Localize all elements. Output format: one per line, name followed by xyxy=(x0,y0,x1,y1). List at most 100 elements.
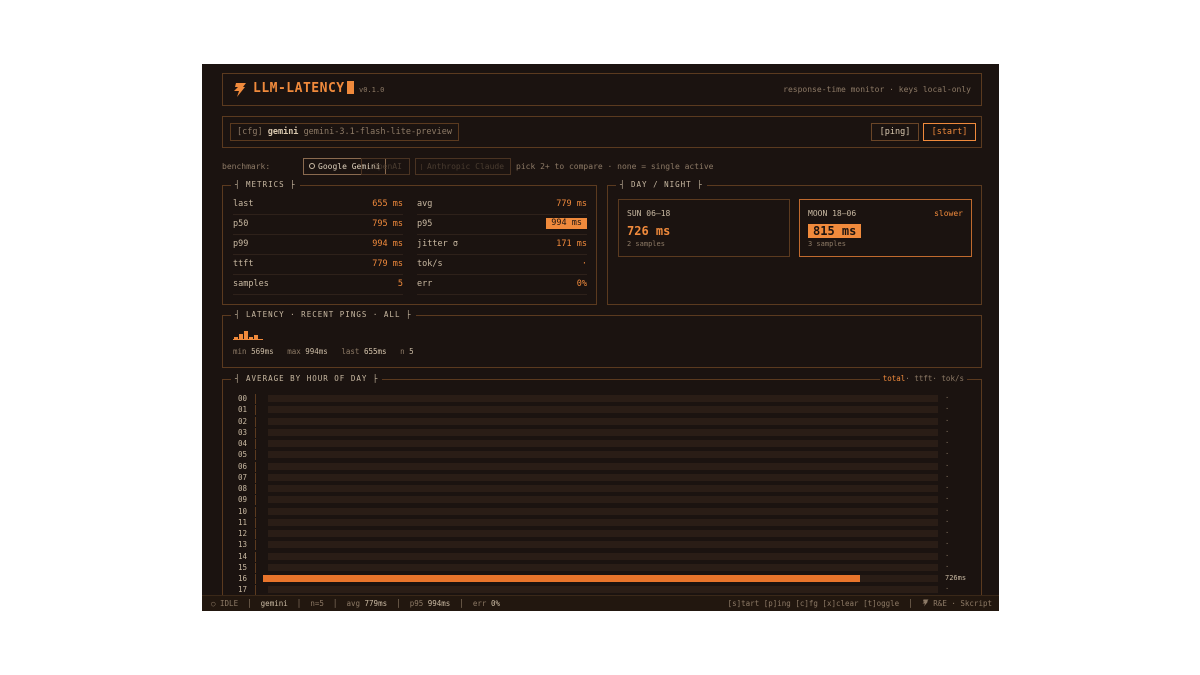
legend-toks[interactable]: tok/s xyxy=(941,374,964,383)
hour-axis-tick xyxy=(255,439,256,449)
benchmark-option-claude[interactable]: Anthropic Claude xyxy=(415,158,511,175)
hour-row: 17 · xyxy=(223,584,983,596)
hour-axis-tick xyxy=(255,394,256,404)
day-night-panel: ┤ DAY / NIGHT ├ SUN 06–18 726 ms 2 sampl… xyxy=(607,180,982,305)
hour-value: · xyxy=(945,394,950,402)
hour-track xyxy=(268,518,938,526)
moon-samples: 3 samples xyxy=(808,240,846,248)
status-bar: ○ IDLE │ gemini │ n=5 │ avg 779ms │ p95 … xyxy=(202,595,999,611)
hour-value: · xyxy=(945,529,950,537)
benchmark-row: benchmark: Google Gemini OpenAI Anthropi… xyxy=(222,158,982,176)
latency-title: ┤ LATENCY · RECENT PINGS · ALL ├ xyxy=(231,310,416,319)
slower-badge: slower xyxy=(934,209,963,218)
metric-label: p95 xyxy=(417,219,433,229)
hourly-title: ┤ AVERAGE BY HOUR OF DAY ├ xyxy=(231,374,383,383)
hour-row: 14 · xyxy=(223,551,983,562)
status-provider: gemini xyxy=(260,599,288,608)
hour-label: 13 xyxy=(238,540,248,550)
config-model: gemini-3.1-flash-lite-preview xyxy=(303,127,452,137)
metric-row: ttft 779 ms xyxy=(233,255,403,275)
metric-value: 779 ms xyxy=(556,199,587,209)
config-selector[interactable]: [cfg] gemini gemini-3.1-flash-lite-previ… xyxy=(230,123,459,141)
hour-axis-tick xyxy=(255,585,256,596)
moon-label: MOON 18–06 xyxy=(808,209,857,218)
hour-value: 726ms xyxy=(945,574,967,582)
keyboard-shortcuts: [s]tart [p]ing [c]fg [x]clear [t]oggle xyxy=(727,599,900,608)
hour-track xyxy=(268,473,938,481)
sparkline-bar xyxy=(244,331,248,339)
metric-row: samples 5 xyxy=(233,275,403,295)
benchmark-option-openai[interactable]: OpenAI xyxy=(361,158,410,175)
metric-label: last xyxy=(233,199,254,209)
status-err: 0% xyxy=(490,599,500,608)
legend-ttft[interactable]: ttft xyxy=(914,374,932,383)
hour-label: 10 xyxy=(238,506,248,516)
metric-label: err xyxy=(417,279,433,289)
hour-row: 03 · xyxy=(223,427,983,438)
ping-button[interactable]: [ping] xyxy=(871,123,919,141)
hour-axis-tick xyxy=(255,551,256,562)
hour-row: 13 · xyxy=(223,539,983,551)
hour-row: 05 · xyxy=(223,449,983,461)
hourly-legend: total· ttft· tok/s xyxy=(879,374,967,383)
metric-row: err 0% xyxy=(417,275,587,295)
hour-label: 03 xyxy=(238,427,248,437)
hour-axis-tick xyxy=(255,540,256,551)
status-left: ○ IDLE │ gemini │ n=5 │ avg 779ms │ p95 … xyxy=(211,599,500,608)
hour-row: 07 · xyxy=(223,472,983,483)
hour-track xyxy=(268,451,938,459)
hour-label: 08 xyxy=(238,484,248,493)
metrics-title: ┤ METRICS ├ xyxy=(231,180,300,189)
sun-samples: 2 samples xyxy=(627,240,665,248)
start-button[interactable]: [start] xyxy=(923,123,976,141)
hour-row: 15 · xyxy=(223,562,983,573)
hour-value: · xyxy=(945,416,950,425)
hour-axis-tick xyxy=(255,405,256,416)
legend-total[interactable]: total xyxy=(883,374,906,383)
hour-label: 05 xyxy=(238,450,248,460)
hour-label: 07 xyxy=(238,472,248,482)
radio-circle-icon xyxy=(421,164,423,170)
metric-value: 994 ms xyxy=(372,239,403,249)
hour-value: · xyxy=(945,540,950,549)
metric-value: 795 ms xyxy=(372,219,403,229)
hour-row: 16 726ms xyxy=(223,573,983,584)
metric-value: 655 ms xyxy=(372,199,403,209)
hour-axis-tick xyxy=(255,427,256,438)
hour-label: 16 xyxy=(238,574,248,583)
hour-value: · xyxy=(945,461,950,470)
latency-stats: min 569ms max 994ms last 655ms n 5 xyxy=(233,347,414,356)
hour-label: 12 xyxy=(238,529,248,538)
hour-axis-tick xyxy=(255,574,256,584)
metric-row: jitter σ 171 ms xyxy=(417,235,587,255)
app-tagline: response-time monitor · keys local-only xyxy=(783,85,971,94)
hour-axis-tick xyxy=(255,472,256,483)
hour-track xyxy=(268,530,938,537)
hour-axis-tick xyxy=(255,416,256,427)
hour-axis-tick xyxy=(255,562,256,573)
metric-value: 171 ms xyxy=(556,239,587,249)
radio-circle-icon xyxy=(309,163,315,169)
hour-value: · xyxy=(945,439,950,447)
hour-value: · xyxy=(945,495,950,504)
config-provider: gemini xyxy=(267,127,299,137)
hour-row: 12 · xyxy=(223,528,983,539)
hour-label: 02 xyxy=(238,416,248,426)
hour-track xyxy=(268,496,938,504)
hour-value: · xyxy=(945,472,950,481)
hour-row: 01 · xyxy=(223,404,983,416)
status-state: IDLE xyxy=(220,599,239,608)
hour-row: 00 · xyxy=(223,393,983,404)
hour-axis-tick xyxy=(255,529,256,539)
credit-text: R&E · Skcript xyxy=(933,599,992,608)
hour-axis-tick xyxy=(255,450,256,461)
status-count: n=5 xyxy=(310,599,324,608)
hour-label: 11 xyxy=(238,517,248,527)
hour-track xyxy=(268,485,938,492)
hour-label: 06 xyxy=(238,461,248,471)
sun-label: SUN 06–18 xyxy=(627,209,671,218)
hour-axis-tick xyxy=(255,461,256,472)
hour-value: · xyxy=(945,551,950,560)
metric-row: p50 795 ms xyxy=(233,215,403,235)
benchmark-hint: pick 2+ to compare · none = single activ… xyxy=(516,162,714,171)
